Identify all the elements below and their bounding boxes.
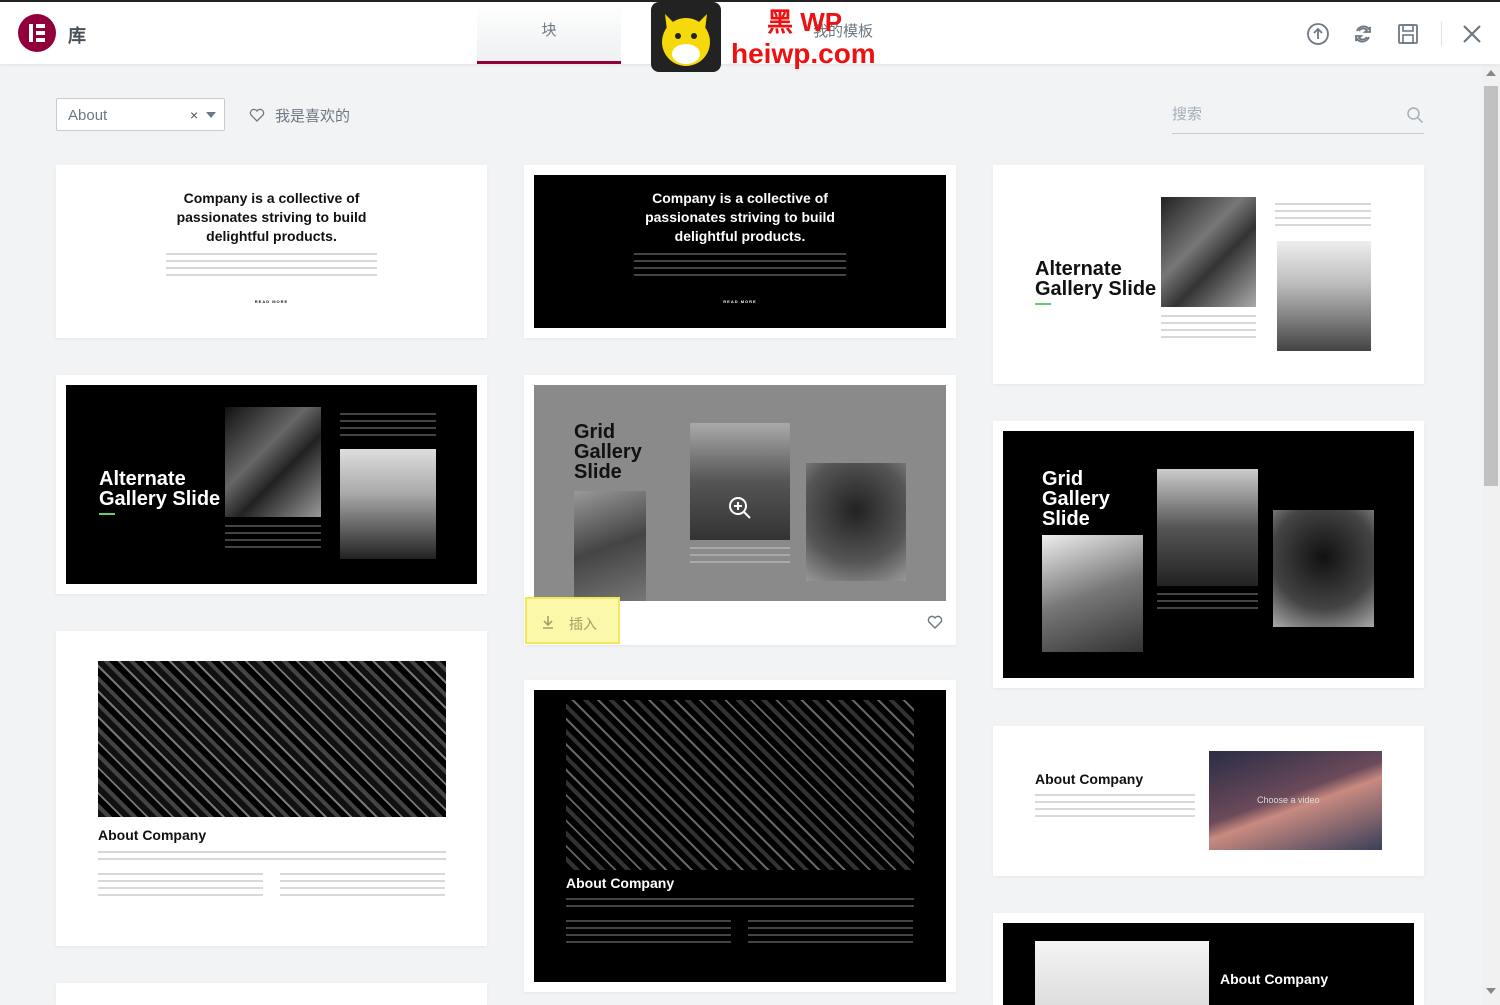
thumb-text-lines bbox=[340, 413, 436, 441]
template-thumbnail: About Company bbox=[534, 690, 946, 982]
template-card[interactable]: Grid Gallery Slide bbox=[993, 421, 1424, 688]
elementor-logo bbox=[18, 14, 56, 52]
template-thumbnail: About Company Choose a video bbox=[1003, 736, 1414, 866]
photo-image bbox=[340, 449, 436, 559]
photo-image bbox=[1273, 510, 1374, 627]
thumb-heading: About Company bbox=[1220, 971, 1329, 987]
photo-image bbox=[1157, 469, 1258, 586]
sync-icon[interactable] bbox=[1351, 22, 1375, 46]
thumb-text-lines bbox=[748, 920, 913, 948]
thumb-text-lines bbox=[690, 547, 790, 568]
library-title: 库 bbox=[68, 26, 86, 46]
template-thumbnail: Grid Gallery Slide bbox=[534, 385, 946, 601]
photo-image bbox=[566, 700, 914, 870]
thumb-text-lines bbox=[98, 873, 263, 901]
thumb-heading: Company is a collective of passionates s… bbox=[645, 190, 835, 244]
thumb-heading: Alternate Gallery Slide bbox=[1035, 258, 1157, 300]
photo-image bbox=[1161, 197, 1256, 307]
thumb-link: READ MORE bbox=[254, 299, 289, 304]
zoom-in-icon[interactable] bbox=[728, 496, 752, 525]
thumb-text-lines bbox=[1161, 315, 1256, 343]
accent-bar bbox=[99, 513, 115, 515]
thumb-text-lines bbox=[1035, 794, 1195, 822]
scrollbar-thumb[interactable] bbox=[1484, 86, 1498, 486]
thumb-text-lines bbox=[166, 253, 377, 281]
template-card[interactable]: Alternate Gallery Slide bbox=[56, 375, 487, 594]
favorite-heart-icon[interactable] bbox=[926, 614, 944, 635]
thumb-heading: About Company bbox=[1035, 771, 1144, 787]
watermark-text: 黑 WP bbox=[767, 7, 843, 37]
template-thumbnail: Alternate Gallery Slide bbox=[1003, 175, 1414, 374]
template-card[interactable]: Company is a collective of passionates s… bbox=[56, 165, 487, 338]
template-thumbnail: Company is a collective of passionates s… bbox=[66, 175, 477, 328]
search-input[interactable] bbox=[1172, 102, 1392, 126]
thumb-text-lines bbox=[1275, 203, 1371, 231]
template-card[interactable]: About Company bbox=[56, 631, 487, 946]
category-select-value: About bbox=[68, 107, 108, 124]
thumb-link: READ MORE bbox=[723, 299, 757, 304]
video-placeholder[interactable]: Choose a video bbox=[1209, 751, 1382, 850]
tab-blocks[interactable]: 块 bbox=[477, 2, 621, 64]
watermark-url: heiwp.com bbox=[731, 38, 876, 69]
heart-icon bbox=[249, 108, 265, 122]
thumb-text-lines bbox=[566, 920, 731, 948]
insert-label: 插入 bbox=[569, 616, 597, 632]
thumb-heading: Company is a collective of passionates s… bbox=[176, 190, 367, 244]
photo-image bbox=[1277, 241, 1371, 351]
accent-bar bbox=[1035, 303, 1051, 305]
template-card[interactable]: About Company Choose a video bbox=[993, 726, 1424, 876]
video-caption: Choose a video bbox=[1257, 795, 1320, 805]
thumb-text-lines bbox=[1157, 593, 1258, 614]
clear-filter-button[interactable]: × bbox=[190, 107, 198, 123]
thumb-text-lines bbox=[225, 525, 321, 553]
template-thumbnail: Company is a collective of passionates s… bbox=[534, 175, 946, 328]
favorites-label: 我是喜欢的 bbox=[275, 108, 351, 125]
category-select[interactable]: About × bbox=[56, 98, 225, 131]
thumb-text-lines bbox=[566, 898, 914, 912]
download-icon bbox=[543, 616, 553, 629]
insert-button[interactable]: 插入 bbox=[525, 597, 620, 644]
thumb-heading: Grid Gallery Slide bbox=[1042, 468, 1110, 530]
photo-image bbox=[1035, 941, 1209, 1005]
template-thumbnail: Alternate Gallery Slide bbox=[66, 385, 477, 584]
thumb-text-lines bbox=[634, 253, 846, 281]
scroll-down-arrow-icon[interactable] bbox=[1486, 988, 1496, 994]
thumb-heading: About Company bbox=[566, 875, 675, 891]
thumb-text-lines bbox=[280, 873, 445, 901]
library-header: 库 块 我的模板 黑 WP heiwp.com bbox=[0, 0, 1500, 72]
template-card[interactable] bbox=[56, 983, 487, 1005]
photo-image bbox=[98, 661, 446, 817]
save-icon[interactable] bbox=[1396, 22, 1420, 46]
template-card[interactable]: Company is a collective of passionates s… bbox=[524, 165, 956, 338]
photo-image bbox=[1042, 535, 1143, 652]
template-thumbnail: Grid Gallery Slide bbox=[1003, 431, 1414, 678]
photo-image bbox=[806, 463, 906, 581]
template-card[interactable]: About Company bbox=[524, 680, 956, 992]
photo-image bbox=[225, 407, 321, 517]
template-thumbnail: About Company bbox=[66, 641, 477, 936]
close-icon[interactable] bbox=[1460, 22, 1484, 46]
thumb-heading: Grid Gallery Slide bbox=[574, 421, 642, 483]
photo-image bbox=[574, 491, 646, 601]
template-card[interactable]: About Company bbox=[993, 913, 1424, 1005]
thumb-heading: Alternate Gallery Slide bbox=[99, 468, 221, 510]
watermark-mascot-icon bbox=[651, 2, 721, 72]
search-box[interactable] bbox=[1172, 98, 1424, 134]
template-thumbnail: About Company bbox=[1003, 923, 1414, 1005]
thumb-heading: About Company bbox=[98, 827, 207, 843]
thumb-text-lines bbox=[98, 851, 446, 865]
upload-icon[interactable] bbox=[1306, 22, 1330, 46]
scroll-up-arrow-icon[interactable] bbox=[1486, 70, 1496, 76]
template-card[interactable]: Alternate Gallery Slide bbox=[993, 165, 1424, 384]
chevron-down-icon[interactable] bbox=[206, 112, 216, 118]
search-icon[interactable] bbox=[1406, 106, 1424, 124]
header-divider bbox=[1441, 22, 1442, 46]
